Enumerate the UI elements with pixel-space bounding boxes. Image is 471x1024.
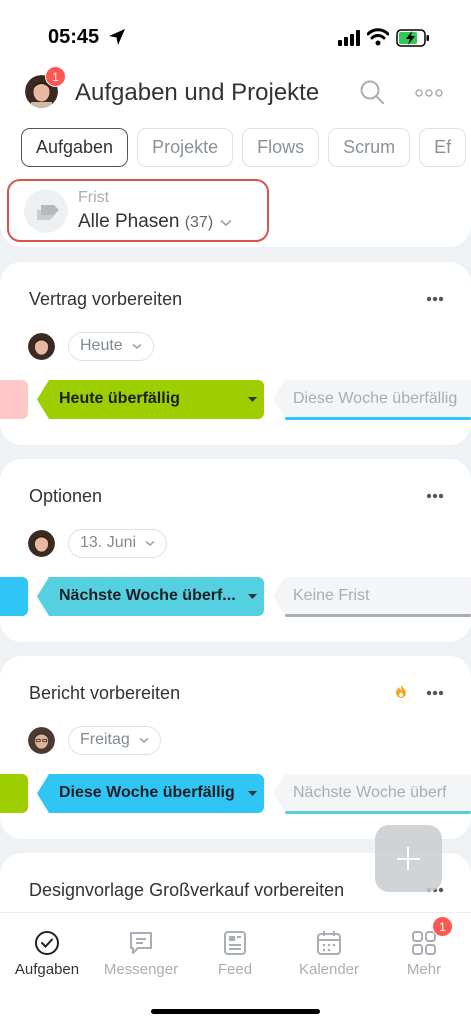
filter-stage-icon bbox=[24, 189, 68, 233]
tab-bar: Aufgaben Projekte Flows Scrum Ef bbox=[21, 128, 471, 168]
feed-icon bbox=[224, 931, 246, 955]
next-stage-label: Diese Woche überfällig bbox=[293, 390, 458, 407]
stage-dropdown-icon bbox=[248, 791, 257, 796]
task-card[interactable]: Bericht vorbereiten Freitag Diese Woche … bbox=[0, 656, 471, 839]
avatar-notification-badge: 1 bbox=[45, 66, 66, 87]
current-stage-label: Nächste Woche überf... bbox=[59, 587, 236, 604]
cellular-signal-icon bbox=[338, 30, 360, 46]
home-indicator bbox=[151, 1009, 320, 1014]
location-arrow-icon bbox=[109, 29, 125, 45]
next-stage-indicator bbox=[285, 811, 471, 814]
nav-label: Feed bbox=[217, 961, 253, 978]
nav-item-messenger[interactable]: Messenger bbox=[94, 913, 188, 993]
nav-item-aufgaben[interactable]: Aufgaben bbox=[0, 913, 94, 993]
stage-dropdown-icon bbox=[248, 397, 257, 402]
wifi-icon bbox=[367, 28, 389, 46]
search-icon[interactable] bbox=[359, 79, 385, 105]
plus-icon-bar bbox=[397, 858, 420, 860]
chevron-down-icon bbox=[139, 737, 149, 743]
next-stage-indicator bbox=[285, 614, 471, 617]
current-stage-button[interactable]: Nächste Woche überf... bbox=[37, 577, 264, 616]
task-more-icon[interactable] bbox=[426, 296, 444, 302]
nav-item-mehr[interactable]: Mehr bbox=[377, 913, 471, 993]
status-time: 05:45 bbox=[48, 26, 100, 48]
page-title: Aufgaben und Projekte bbox=[75, 79, 320, 106]
check-circle-icon bbox=[35, 931, 59, 955]
nav-label: Mehr bbox=[406, 961, 442, 978]
task-deadline-chip[interactable]: Freitag bbox=[68, 726, 161, 755]
filter-value-text: Alle Phasen bbox=[78, 211, 180, 232]
stage-dropdown-icon bbox=[248, 594, 257, 599]
task-deadline-text: 13. Juni bbox=[80, 534, 137, 551]
task-more-icon[interactable] bbox=[426, 493, 444, 499]
header-panel: 05:45 1 Aufgaben und Projekte Aufgaben Pr… bbox=[0, 0, 471, 247]
task-card[interactable]: Vertrag vorbereiten Heute Heute überfäll… bbox=[0, 262, 471, 445]
task-title: Bericht vorbereiten bbox=[29, 683, 181, 703]
next-stage-button[interactable]: Nächste Woche überf bbox=[273, 774, 471, 815]
nav-notification-badge: 1 bbox=[432, 916, 453, 937]
current-stage-label: Heute überfällig bbox=[59, 390, 180, 407]
nav-label: Messenger bbox=[103, 961, 179, 978]
next-stage-label: Keine Frist bbox=[293, 587, 370, 604]
current-stage-button[interactable]: Heute überfällig bbox=[37, 380, 264, 419]
next-stage-button[interactable]: Diese Woche überfällig bbox=[273, 380, 471, 421]
task-deadline-chip[interactable]: 13. Juni bbox=[68, 529, 168, 558]
flame-icon bbox=[396, 684, 406, 698]
nav-item-feed[interactable]: Feed bbox=[188, 913, 282, 993]
task-title: Optionen bbox=[29, 486, 103, 506]
current-stage-label: Diese Woche überfällig bbox=[59, 784, 235, 801]
tab-flows[interactable]: Flows bbox=[242, 128, 320, 167]
task-deadline-text: Freitag bbox=[80, 731, 130, 748]
previous-stage-stub[interactable] bbox=[0, 774, 28, 813]
filter-label: Frist bbox=[78, 189, 110, 206]
tab-projekte[interactable]: Projekte bbox=[137, 128, 234, 167]
task-title: Designvorlage Großverkauf vorbereiten bbox=[29, 880, 345, 900]
next-stage-label: Nächste Woche überf bbox=[293, 784, 447, 801]
task-assignee-avatar bbox=[28, 530, 55, 557]
tab-scrum[interactable]: Scrum bbox=[328, 128, 411, 167]
tab-ef[interactable]: Ef bbox=[419, 128, 467, 167]
grid-icon bbox=[412, 931, 436, 955]
calendar-icon bbox=[317, 931, 341, 955]
stage-filter-selector[interactable]: Frist Alle Phasen (37) bbox=[7, 179, 269, 242]
previous-stage-stub[interactable] bbox=[0, 380, 28, 419]
filter-count: (37) bbox=[184, 214, 214, 231]
chevron-down-icon bbox=[220, 219, 232, 227]
task-deadline-text: Heute bbox=[80, 337, 123, 354]
next-stage-button[interactable]: Keine Frist bbox=[273, 577, 471, 618]
chevron-down-icon bbox=[145, 540, 155, 546]
next-stage-indicator bbox=[285, 417, 471, 420]
task-more-icon[interactable] bbox=[426, 690, 444, 696]
chevron-down-icon bbox=[132, 343, 142, 349]
task-card[interactable]: Optionen 13. Juni Nächste Woche überf...… bbox=[0, 459, 471, 642]
battery-charging-icon bbox=[396, 29, 429, 47]
status-bar: 05:45 bbox=[0, 0, 471, 70]
previous-stage-stub[interactable] bbox=[0, 577, 28, 616]
tab-aufgaben[interactable]: Aufgaben bbox=[21, 128, 129, 167]
task-assignee-avatar bbox=[28, 727, 55, 754]
task-title: Vertrag vorbereiten bbox=[29, 289, 183, 309]
task-assignee-avatar bbox=[28, 333, 55, 360]
current-stage-button[interactable]: Diese Woche überfällig bbox=[37, 774, 264, 813]
chat-icon bbox=[130, 932, 152, 954]
task-deadline-chip[interactable]: Heute bbox=[68, 332, 154, 361]
nav-label: Kalender bbox=[298, 961, 360, 978]
nav-item-kalender[interactable]: Kalender bbox=[282, 913, 376, 993]
bottom-nav: Aufgaben Messenger Feed Kalender Mehr bbox=[0, 912, 471, 1024]
add-task-button[interactable] bbox=[375, 825, 442, 892]
filter-value: Alle Phasen (37) bbox=[78, 211, 232, 233]
more-options-icon[interactable] bbox=[415, 89, 443, 97]
nav-label: Aufgaben bbox=[14, 961, 80, 978]
